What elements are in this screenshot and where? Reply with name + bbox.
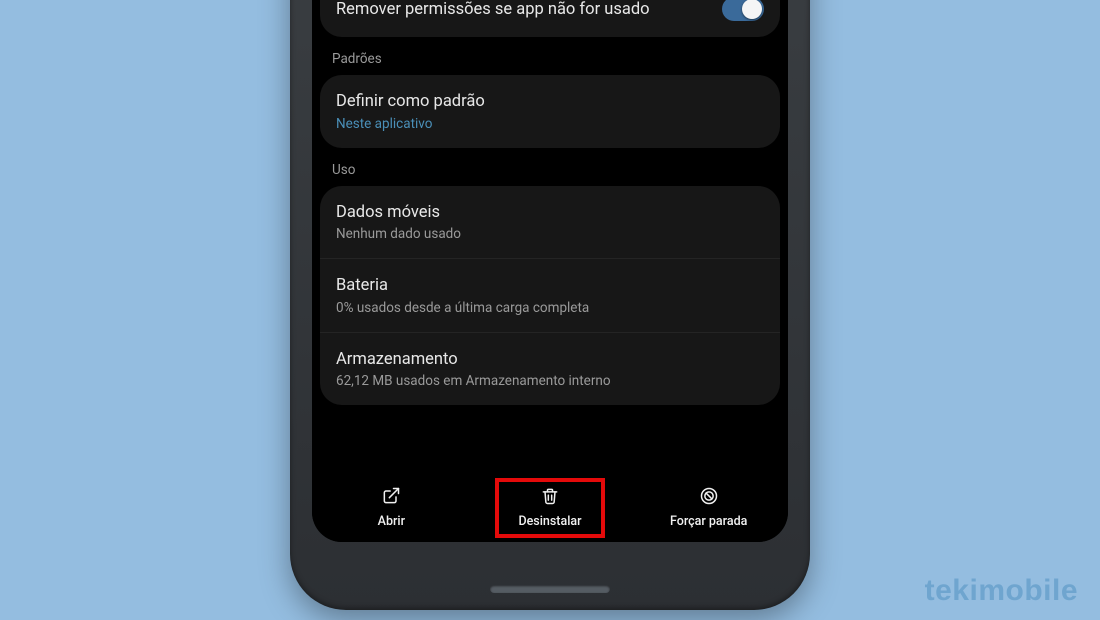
phone-screen: Temporizador de aplicativo Remover permi…: [312, 0, 788, 542]
open-icon: [381, 486, 401, 510]
row-subtitle: Neste aplicativo: [336, 116, 764, 132]
row-subtitle: Nenhum dado usado: [336, 226, 764, 242]
section-label-usage: Uso: [312, 148, 788, 186]
action-open[interactable]: Abrir: [312, 472, 471, 542]
row-title: Bateria: [336, 275, 764, 296]
row-battery[interactable]: Bateria 0% usados desde a última carga c…: [320, 258, 780, 331]
section-label-defaults: Padrões: [312, 37, 788, 75]
card-defaults: Definir como padrão Neste aplicativo: [320, 75, 780, 147]
trash-icon: [540, 486, 560, 510]
row-remove-permissions[interactable]: Remover permissões se app não for usado: [320, 0, 780, 37]
watermark: tekimobile: [925, 574, 1078, 608]
action-force-stop[interactable]: Forçar parada: [629, 472, 788, 542]
row-title: Definir como padrão: [336, 91, 764, 112]
row-mobile-data[interactable]: Dados móveis Nenhum dado usado: [320, 186, 780, 258]
toggle-knob: [742, 0, 762, 19]
action-label: Forçar parada: [670, 514, 747, 529]
action-bar: Abrir Desinstalar: [312, 472, 788, 542]
action-uninstall[interactable]: Desinstalar: [471, 472, 630, 542]
row-set-default[interactable]: Definir como padrão Neste aplicativo: [320, 75, 780, 147]
row-storage[interactable]: Armazenamento 62,12 MB usados em Armazen…: [320, 332, 780, 405]
action-label: Desinstalar: [518, 514, 581, 529]
card-general: Temporizador de aplicativo Remover permi…: [320, 0, 780, 37]
row-subtitle: 62,12 MB usados em Armazenamento interno: [336, 373, 764, 389]
toggle-remove-permissions[interactable]: [722, 0, 764, 21]
phone-frame: Temporizador de aplicativo Remover permi…: [290, 0, 810, 610]
row-subtitle: 0% usados desde a última carga completa: [336, 300, 764, 316]
settings-scroll[interactable]: Temporizador de aplicativo Remover permi…: [312, 0, 788, 472]
row-title: Dados móveis: [336, 202, 764, 223]
action-label: Abrir: [378, 514, 405, 529]
prohibit-icon: [699, 486, 719, 510]
card-usage: Dados móveis Nenhum dado usado Bateria 0…: [320, 186, 780, 405]
row-title: Armazenamento: [336, 349, 764, 370]
row-title: Remover permissões se app não for usado: [336, 0, 706, 20]
